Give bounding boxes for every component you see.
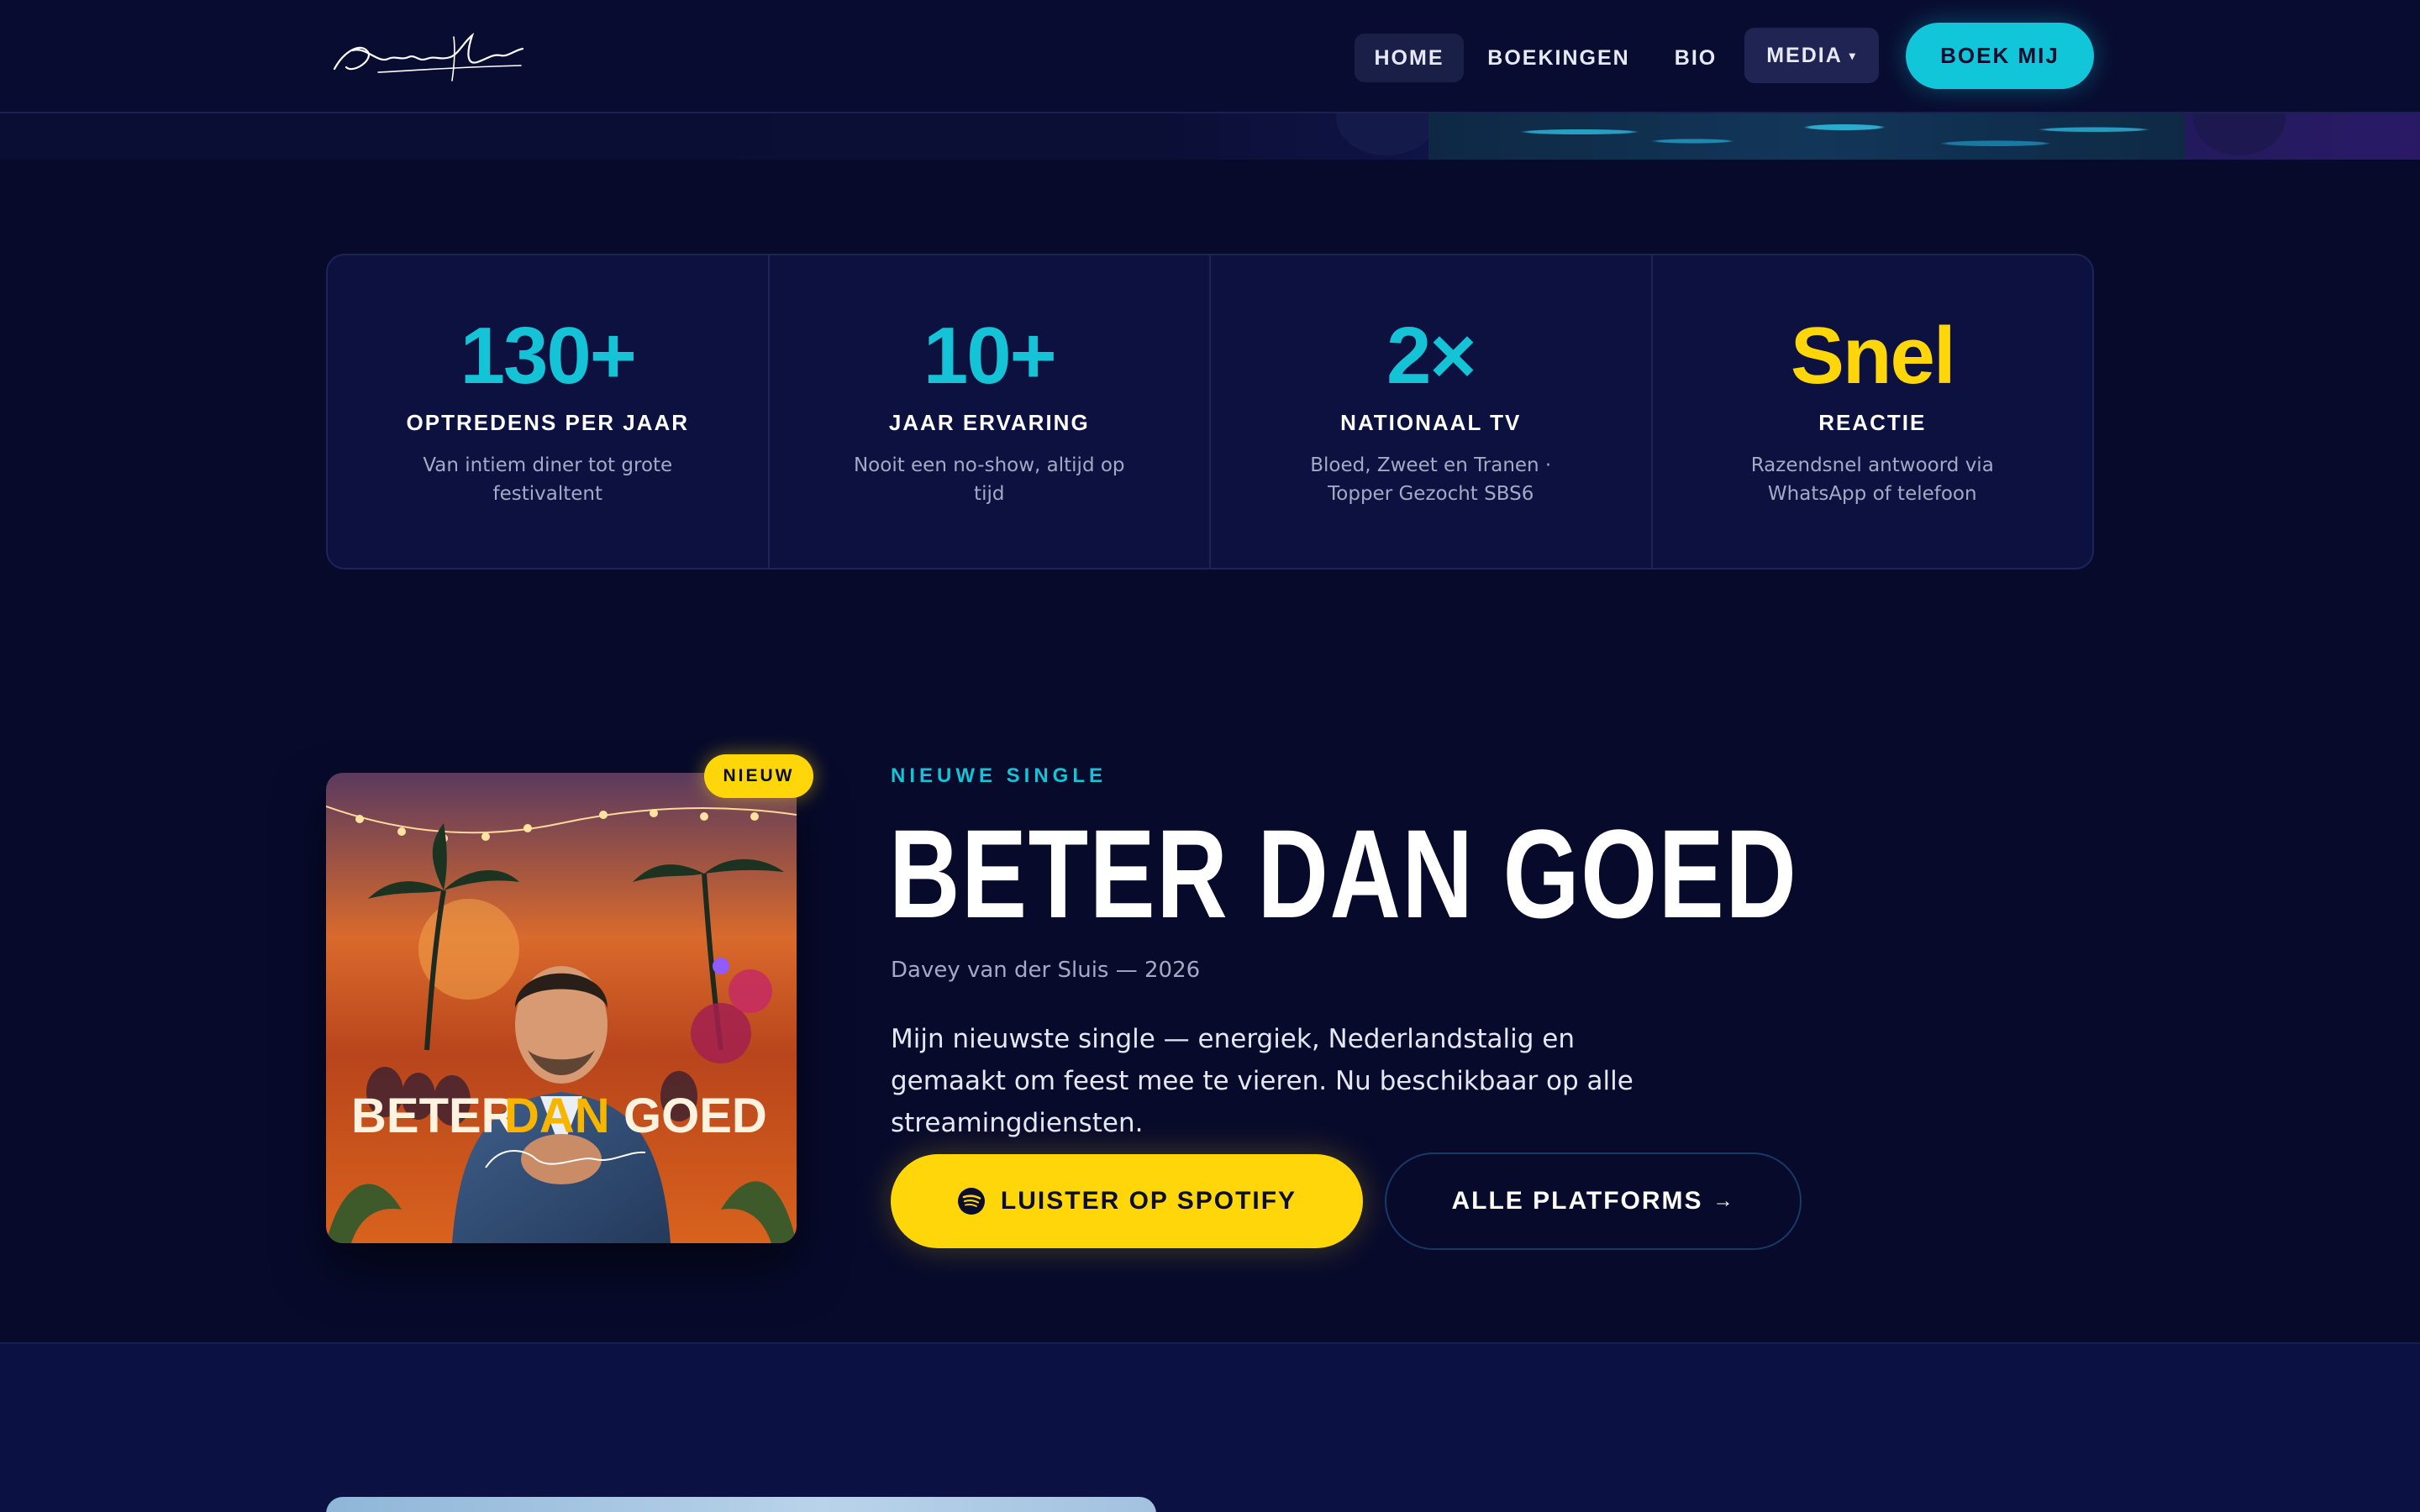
boek-mij-button[interactable]: BOEK MIJ xyxy=(1906,23,2094,89)
stat-description: Nooit een no-show, altijd op tijd xyxy=(853,454,1125,505)
hero-image-strip xyxy=(0,113,2420,160)
signature-logo[interactable] xyxy=(328,25,529,86)
next-section xyxy=(0,1342,2420,1512)
cover-text-dan: DAN xyxy=(504,1089,610,1143)
single-eyebrow: NIEUWE SINGLE xyxy=(891,764,1107,787)
stat-label: OPTREDENS PER JAAR xyxy=(406,410,689,435)
single-cover-art[interactable]: BETER DAN GOED xyxy=(326,773,797,1243)
nav-boekingen[interactable]: BOEKINGEN xyxy=(1479,34,1639,82)
stat-description: Bloed, Zweet en Tranen · Topper Gezocht … xyxy=(1310,454,1552,505)
single-description: Mijn nieuwste single — energiek, Nederla… xyxy=(891,1024,1634,1138)
single-meta: Davey van der Sluis — 2026 xyxy=(891,958,1201,983)
site-header: HOME BOEKINGEN BIO MEDIA ▾ BOEK MIJ xyxy=(0,0,2420,113)
new-badge: NIEUW xyxy=(704,754,813,798)
stat-item: 10+ JAAR ERVARING Nooit een no-show, alt… xyxy=(770,255,1211,568)
stat-description: Razendsnel antwoord via WhatsApp of tele… xyxy=(1750,454,1994,505)
next-section-card xyxy=(326,1497,1156,1512)
stat-value: 10+ xyxy=(923,311,1057,401)
all-platforms-button[interactable]: ALLE PLATFORMS → xyxy=(1385,1152,1802,1250)
listen-spotify-button[interactable]: LUISTER OP SPOTIFY xyxy=(891,1154,1363,1248)
cover-illustration: BETER DAN GOED xyxy=(326,773,797,1243)
stat-value: 2× xyxy=(1386,311,1476,401)
stat-item: 2× NATIONAAL TV Bloed, Zweet en Tranen ·… xyxy=(1211,255,1653,568)
stat-label: JAAR ERVARING xyxy=(888,410,1090,435)
stat-value: 130+ xyxy=(460,311,637,401)
nav-media-dropdown[interactable]: MEDIA ▾ xyxy=(1744,28,1879,83)
stat-item: Snel REACTIE Razendsnel antwoord via Wha… xyxy=(1653,255,2093,568)
cover-text-beter: BETER xyxy=(351,1089,517,1143)
caret-down-icon: ▾ xyxy=(1849,48,1857,62)
stat-description: Van intiem diner tot grote festivaltent xyxy=(423,454,673,505)
stat-value: Snel xyxy=(1790,311,1956,401)
cover-text-goed: GOED xyxy=(623,1089,767,1143)
stats-panel: 130+ OPTREDENS PER JAAR Van intiem diner… xyxy=(326,254,2094,570)
hero-photo xyxy=(1428,113,2185,160)
arrow-right-icon: → xyxy=(1712,1189,1735,1212)
single-title: BETER DAN GOED xyxy=(889,803,1798,944)
stat-item: 130+ OPTREDENS PER JAAR Van intiem diner… xyxy=(328,255,770,568)
nav-bio[interactable]: BIO xyxy=(1662,34,1729,82)
spotify-icon xyxy=(957,1188,985,1215)
stat-label: REACTIE xyxy=(1818,410,1927,435)
nav-home[interactable]: HOME xyxy=(1355,34,1464,82)
stat-label: NATIONAAL TV xyxy=(1340,410,1522,435)
